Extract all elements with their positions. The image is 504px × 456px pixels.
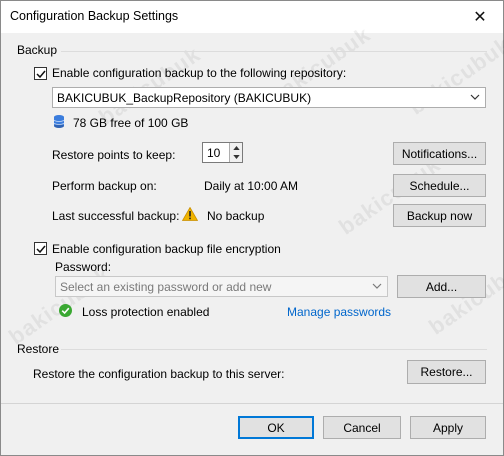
storage-free-text: 78 GB free of 100 GB	[73, 116, 189, 130]
backup-now-button[interactable]: Backup now	[393, 204, 486, 227]
cancel-button[interactable]: Cancel	[323, 416, 401, 439]
section-divider	[61, 349, 487, 350]
enable-encryption-checkbox[interactable]	[34, 242, 47, 255]
notifications-button[interactable]: Notifications...	[393, 142, 486, 165]
stepper-down-button[interactable]	[230, 153, 242, 163]
chevron-down-icon	[232, 155, 240, 160]
restore-points-label: Restore points to keep:	[52, 148, 176, 162]
password-select[interactable]: Select an existing password or add new	[55, 276, 388, 297]
last-backup-label: Last successful backup:	[52, 209, 180, 223]
add-password-button[interactable]: Add...	[397, 275, 486, 298]
chevron-up-icon	[232, 145, 240, 150]
enable-backup-label: Enable configuration backup to the follo…	[52, 66, 347, 80]
close-icon: ✕	[473, 9, 487, 26]
backup-section-label: Backup	[17, 43, 58, 57]
repository-select[interactable]: BAKICUBUK_BackupRepository (BAKICUBUK)	[52, 87, 486, 108]
last-backup-value: No backup	[207, 209, 265, 223]
dialog-body: bakicubuk bakicubuk bakicubuk bakicubuk …	[1, 22, 504, 455]
enable-backup-checkbox[interactable]	[34, 67, 47, 80]
section-divider	[61, 51, 487, 52]
title-bar: Configuration Backup Settings ✕	[1, 1, 503, 33]
stepper-up-button[interactable]	[230, 143, 242, 153]
configuration-backup-settings-window: Configuration Backup Settings ✕ bakicubu…	[0, 0, 504, 456]
apply-button[interactable]: Apply	[410, 416, 486, 439]
footer-divider	[1, 403, 503, 404]
repository-value: BAKICUBUK_BackupRepository (BAKICUBUK)	[57, 91, 312, 105]
stepper-buttons	[229, 143, 242, 162]
ok-button[interactable]: OK	[238, 416, 314, 439]
restore-points-stepper[interactable]: 10	[202, 142, 243, 163]
warning-icon	[182, 207, 198, 221]
password-placeholder: Select an existing password or add new	[60, 280, 272, 294]
enable-encryption-label: Enable configuration backup file encrypt…	[52, 242, 281, 256]
window-title: Configuration Backup Settings	[10, 9, 179, 23]
close-button[interactable]: ✕	[457, 1, 503, 33]
chevron-down-icon	[372, 283, 382, 289]
password-label: Password:	[55, 260, 112, 274]
restore-button[interactable]: Restore...	[407, 360, 486, 384]
checkmark-icon	[35, 70, 46, 78]
restore-description: Restore the configuration backup to this…	[33, 367, 285, 381]
chevron-down-icon	[470, 94, 480, 100]
schedule-button[interactable]: Schedule...	[393, 174, 486, 197]
loss-protection-text: Loss protection enabled	[82, 305, 210, 319]
restore-section-label: Restore	[17, 342, 60, 356]
perform-backup-value: Daily at 10:00 AM	[204, 179, 299, 193]
checkmark-icon	[35, 245, 46, 253]
storage-icon	[53, 115, 65, 128]
manage-passwords-link[interactable]: Manage passwords	[287, 305, 391, 319]
perform-backup-label: Perform backup on:	[52, 179, 157, 193]
restore-points-value: 10	[207, 146, 221, 160]
success-check-icon	[59, 304, 72, 317]
